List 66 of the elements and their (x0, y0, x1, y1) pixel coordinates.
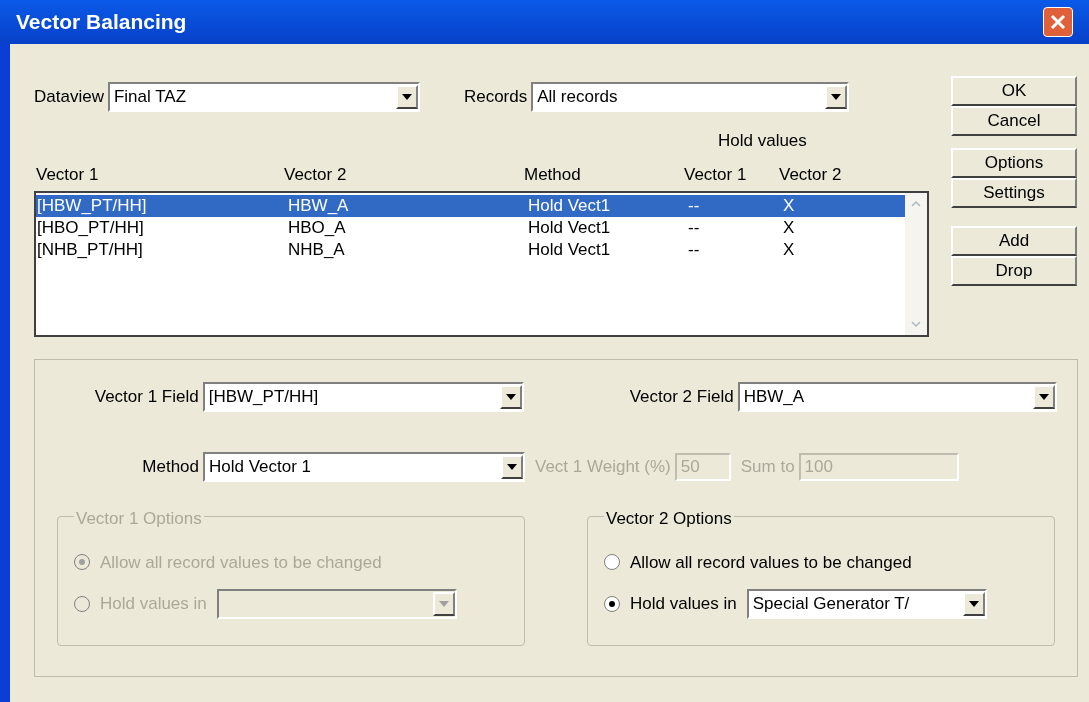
dropdown-field[interactable]: HBW_A (737, 382, 1057, 412)
field-label: Sum to (740, 456, 795, 479)
close-button[interactable] (1043, 7, 1073, 37)
field-label: Vect 1 Weight (%) (535, 456, 671, 479)
table-cell-text: Hold Vect1 (528, 195, 612, 218)
table-cell-text: NHB_A (288, 239, 346, 262)
caret-icon (401, 94, 412, 100)
dropdown-button[interactable] (500, 385, 523, 409)
scrollbar[interactable] (905, 193, 927, 335)
dropdown-field[interactable]: Special Generator T/ (746, 589, 987, 619)
dropdown-button[interactable] (395, 85, 418, 109)
radio-button[interactable] (604, 554, 620, 571)
window-title: Vector Balancing (16, 9, 187, 36)
table-cell-text: HBW_A (288, 195, 350, 218)
field-label: Method (141, 456, 199, 479)
dialog-button[interactable]: Cancel (951, 106, 1077, 136)
column-header: Vector 2 (284, 163, 348, 186)
table-cell-text: [NHB_PT/HH] (36, 239, 144, 262)
column-header: Method (524, 163, 582, 186)
dropdown-button[interactable] (825, 85, 848, 109)
caret-icon (507, 464, 517, 470)
table-cell-text: -- (688, 195, 701, 218)
dropdown-field[interactable]: [HBW_PT/HH] (202, 382, 525, 412)
table-cell-text: HBO_A (288, 217, 347, 240)
dialog-button[interactable]: OK (951, 76, 1077, 106)
caret-icon (831, 94, 842, 100)
table-cell-text: -- (688, 239, 701, 262)
radio-label: Hold values in (100, 593, 207, 616)
dialog-button[interactable]: Options (951, 148, 1077, 178)
table-cell-text: Hold Vect1 (528, 239, 612, 262)
table-cell-text: Hold Vect1 (528, 217, 612, 240)
field-label: Records (463, 86, 528, 109)
column-header: Vector 1 (35, 163, 100, 186)
dropdown-button[interactable] (962, 592, 985, 616)
caret-icon (1039, 394, 1049, 400)
caret-icon (506, 394, 517, 400)
table-cell-text: -- (688, 217, 701, 240)
dialog-button[interactable]: Drop (951, 256, 1077, 286)
radio-label: Allow all record values to be changed (630, 551, 912, 574)
caret-icon (968, 601, 979, 607)
dialog-button[interactable]: Add (951, 226, 1077, 256)
column-header: Vector 2 (779, 163, 843, 186)
table-row[interactable]: [NHB_PT/HH] NHB_A Hold Vect1 -- X (36, 239, 905, 261)
table-cell-text: X (783, 217, 796, 240)
table-row[interactable]: [HBO_PT/HH] HBO_A Hold Vect1 -- X (36, 217, 905, 239)
dropdown-field[interactable]: Final TAZ (107, 82, 420, 112)
column-header: Vector 1 (684, 163, 748, 186)
dropdown-field[interactable]: All records (531, 82, 850, 112)
column-group-heading: Hold values (718, 130, 807, 152)
dropdown-button[interactable] (501, 455, 523, 479)
dropdown-button[interactable] (1033, 385, 1055, 409)
field-label: Dataview (34, 86, 104, 109)
table-cell-text: X (783, 239, 796, 262)
radio-button[interactable] (604, 596, 620, 612)
radio-label: Allow all record values to be changed (100, 551, 382, 574)
table-row[interactable]: [HBW_PT/HH] HBW_A Hold Vect1 -- X (36, 195, 905, 217)
field-label: Vector 1 Field (93, 386, 199, 409)
dialog-button[interactable]: Settings (951, 178, 1077, 208)
radio-label: Hold values in (630, 593, 737, 616)
dropdown-field[interactable]: Hold Vector 1 (203, 452, 525, 482)
table-cell-text: [HBO_PT/HH] (36, 217, 145, 240)
table-cell-text: X (783, 195, 796, 218)
table-cell-text: [HBW_PT/HH] (36, 195, 148, 218)
close-icon (1050, 14, 1066, 30)
field-label: Vector 2 Field (628, 386, 734, 409)
caret-icon (438, 601, 449, 607)
